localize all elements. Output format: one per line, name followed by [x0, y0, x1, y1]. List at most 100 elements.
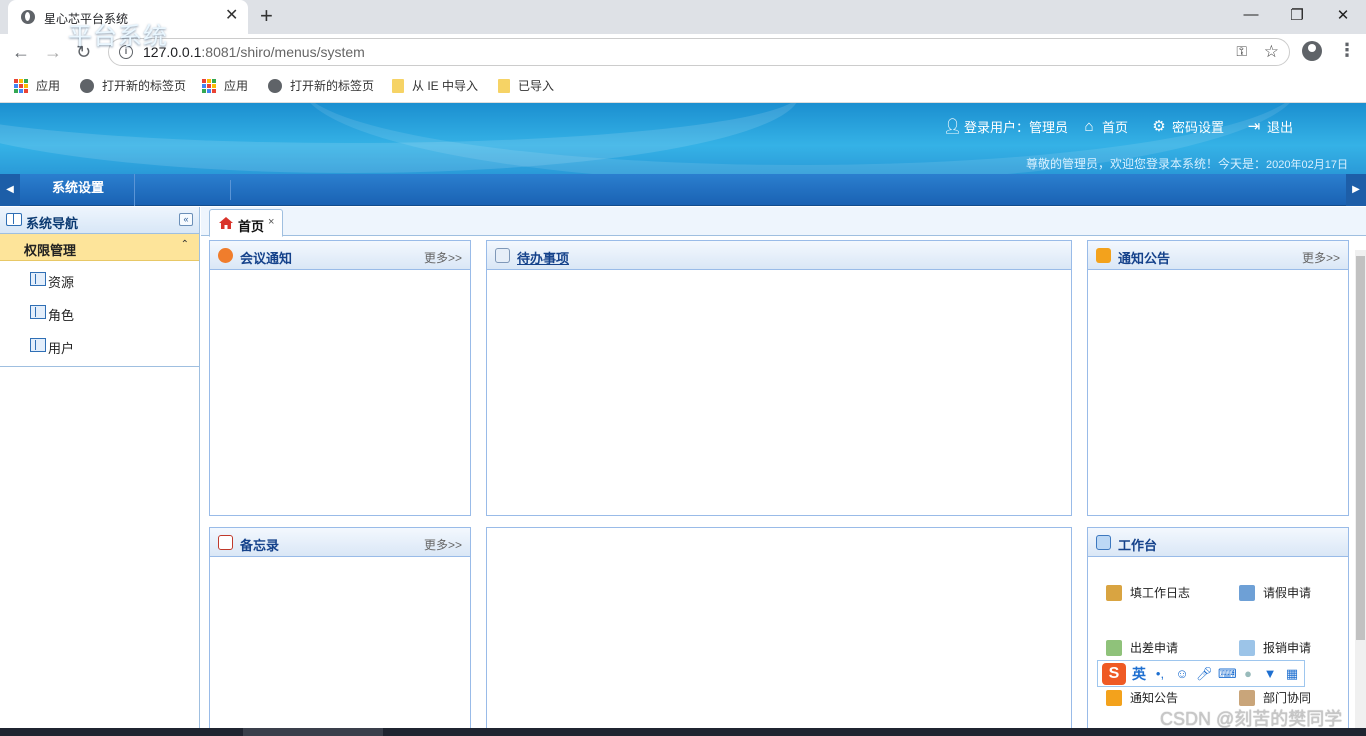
- browser-menu-icon[interactable]: ⋮: [1338, 40, 1356, 61]
- bookmarks-bar: 应用 打开新的标签页 应用 打开新的标签页 从 IE 中导入 已导入: [0, 70, 1366, 103]
- mail-icon: [1106, 639, 1122, 656]
- forward-button[interactable]: →: [44, 40, 62, 64]
- more-link[interactable]: 更多>>: [424, 536, 462, 553]
- home-icon: [219, 217, 233, 229]
- monitor-icon: [1096, 535, 1111, 550]
- workbench-travel-request[interactable]: 出差申请: [1106, 639, 1178, 656]
- panel-header: 备忘录 更多>>: [210, 528, 470, 557]
- apps-grid-icon: [202, 78, 216, 93]
- workbench-label: 报销申请: [1263, 641, 1312, 655]
- panel-header: 通知公告 更多>>: [1088, 241, 1348, 270]
- panel-title-link[interactable]: 待办事项: [517, 248, 569, 267]
- punctuation-icon[interactable]: •,: [1152, 666, 1168, 681]
- speaker-icon: [218, 248, 233, 263]
- tab-home-label: 首页: [238, 219, 265, 234]
- more-link[interactable]: 更多>>: [1302, 249, 1340, 266]
- globe-icon: [21, 10, 35, 24]
- keyboard-icon[interactable]: ⌨: [1218, 666, 1237, 681]
- page-icon: [30, 272, 46, 286]
- notice-panel: 通知公告 更多>>: [1087, 240, 1349, 516]
- sidebar-item-resources[interactable]: 资源: [0, 261, 199, 294]
- logout-icon: ⇥: [1247, 117, 1261, 135]
- emoji-icon[interactable]: ☺: [1174, 666, 1190, 681]
- calendar-clock-icon: [218, 535, 233, 550]
- workbench-label: 通知公告: [1130, 691, 1179, 705]
- bookmark-label: 应用: [36, 79, 61, 93]
- address-bar[interactable]: i 127.0.0.1:8081/shiro/menus/system ⚿ ☆: [108, 38, 1290, 66]
- folder-icon: [392, 78, 404, 93]
- brand-title: 平台系统: [68, 23, 168, 50]
- bookmark-new-tab[interactable]: 打开新的标签页: [80, 77, 186, 94]
- menu-item-system-settings[interactable]: 系统设置: [22, 174, 135, 206]
- toolbox-icon[interactable]: ▦: [1284, 666, 1300, 681]
- key-icon[interactable]: ⚿: [1236, 43, 1247, 60]
- tab-close-button[interactable]: ✕: [225, 6, 238, 26]
- user-icon[interactable]: ●: [1240, 666, 1256, 681]
- skin-shirt-icon[interactable]: ▼: [1262, 666, 1278, 681]
- more-link[interactable]: 更多>>: [424, 249, 462, 266]
- ime-toolbar[interactable]: S 英 •, ☺ 🎤︎ ⌨ ● ▼ ▦: [1097, 660, 1305, 687]
- sidebar-item-label: 资源: [48, 275, 75, 290]
- bookmark-new-tab[interactable]: 打开新的标签页: [268, 77, 374, 94]
- workbench-dept-collab[interactable]: 部门协同: [1239, 689, 1311, 706]
- edit-icon: [495, 248, 510, 263]
- tab-home[interactable]: 首页 ×: [209, 209, 283, 237]
- menu-scroll-right[interactable]: ▶: [1346, 174, 1366, 206]
- welcome-message: 尊敬的管理员，欢迎您登录本系统！今天是：2020年02月17日: [1026, 155, 1348, 172]
- workbench-fill-log[interactable]: 填工作日志: [1106, 584, 1190, 601]
- panel-header: 会议通知 更多>>: [210, 241, 470, 270]
- workbench-label: 请假申请: [1263, 586, 1312, 600]
- sidebar-item-users[interactable]: 用户: [0, 327, 199, 360]
- panel-header: 工作台: [1088, 528, 1348, 557]
- bookmark-apps[interactable]: 应用: [14, 77, 60, 94]
- blank-panel: [486, 527, 1072, 736]
- workbench-notice[interactable]: 通知公告: [1106, 689, 1178, 706]
- content-tab-bar: [201, 207, 1366, 236]
- workbench-label: 出差申请: [1130, 641, 1179, 655]
- window-close-button[interactable]: ✕: [1320, 6, 1366, 24]
- restore-button[interactable]: ❐: [1274, 6, 1320, 24]
- new-tab-button[interactable]: +: [260, 4, 273, 28]
- current-user-label: 登录用户：管理员: [964, 120, 1069, 135]
- panel-title: 工作台: [1118, 538, 1158, 553]
- home-link[interactable]: ⌂ 首页: [1081, 117, 1128, 136]
- chevron-up-icon: ⌃: [180, 239, 189, 250]
- workbench-leave-request[interactable]: 请假申请: [1239, 584, 1311, 601]
- minimize-button[interactable]: —: [1228, 6, 1274, 23]
- bookmark-apps[interactable]: 应用: [202, 77, 248, 94]
- speaker-icon: [1096, 248, 1111, 263]
- pencil-icon: [1106, 584, 1122, 601]
- globe-icon: [80, 78, 94, 93]
- account-icon[interactable]: [1302, 41, 1322, 61]
- home-icon: ⌂: [1084, 117, 1094, 135]
- workbench-reimbursement[interactable]: 报销申请: [1239, 639, 1311, 656]
- workbench-label: 部门协同: [1263, 691, 1312, 705]
- bookmark-label: 打开新的标签页: [290, 79, 375, 93]
- ime-mode[interactable]: 英: [1132, 664, 1146, 684]
- logout-link[interactable]: ⇥ 退出: [1246, 117, 1293, 136]
- sidebar-items: 资源 角色 用户: [0, 261, 199, 367]
- collapse-sidebar-button[interactable]: «: [179, 213, 193, 226]
- panel-title: 通知公告: [1118, 251, 1171, 266]
- globe-icon: [268, 78, 282, 93]
- logout-label: 退出: [1267, 120, 1294, 135]
- bookmark-folder-ie[interactable]: 从 IE 中导入: [392, 77, 478, 94]
- sidebar-group-permissions[interactable]: 权限管理 ⌃: [0, 234, 199, 261]
- tab-home-close[interactable]: ×: [268, 216, 274, 228]
- bookmark-folder-imported[interactable]: 已导入: [498, 77, 554, 94]
- url-text[interactable]: 127.0.0.1:8081/shiro/menus/system: [143, 44, 365, 60]
- sidebar: 系统导航 « 权限管理 ⌃ 资源 角色 用户: [0, 207, 200, 736]
- password-settings-link[interactable]: ⚙ 密码设置: [1151, 117, 1224, 136]
- sidebar-header: 系统导航 «: [0, 207, 199, 234]
- bookmark-star-icon[interactable]: ☆: [1264, 42, 1279, 62]
- menu-scroll-left[interactable]: ◀: [0, 174, 20, 206]
- page-scrollbar[interactable]: [1355, 250, 1366, 736]
- sidebar-item-roles[interactable]: 角色: [0, 294, 199, 327]
- bookmark-label: 已导入: [518, 79, 555, 93]
- page-icon: [30, 338, 46, 352]
- scrollbar-thumb[interactable]: [1356, 256, 1365, 640]
- back-button[interactable]: ←: [12, 40, 30, 64]
- sogou-logo-icon[interactable]: S: [1102, 662, 1126, 685]
- microphone-icon[interactable]: 🎤︎: [1196, 666, 1213, 681]
- os-taskbar: [0, 728, 1366, 736]
